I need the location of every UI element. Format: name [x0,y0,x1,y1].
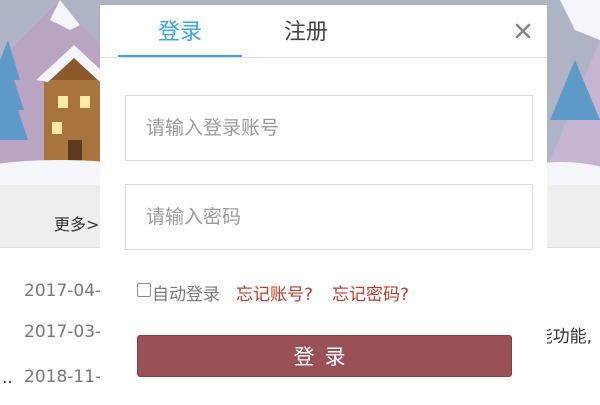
active-tab-indicator [118,55,242,57]
news-date: 2017-03- [24,322,102,342]
password-input[interactable] [126,185,532,249]
dialog-tabs: 登录 注册 [100,5,547,58]
news-date: 2018-11- [24,367,102,387]
password-field-wrapper [125,184,533,250]
auto-login-checkbox[interactable] [137,283,151,297]
forgot-password-link[interactable]: 忘记密码? [332,280,409,305]
account-field-wrapper [125,95,533,161]
login-dialog: 登录 注册 自动登录 忘记账号? 忘记密码? 登录 [100,5,547,405]
close-icon[interactable] [513,21,533,41]
account-input[interactable] [126,96,532,160]
tab-login[interactable]: 登录 [158,19,202,47]
forgot-account-link[interactable]: 忘记账号? [236,280,313,305]
login-button[interactable]: 登录 [137,335,512,377]
news-ellipsis: .. [2,368,13,388]
more-link[interactable]: 更多> [54,211,99,235]
news-date: 2017-04- [24,281,102,301]
auto-login-label[interactable]: 自动登录 [152,280,220,305]
tab-register[interactable]: 注册 [284,19,328,47]
